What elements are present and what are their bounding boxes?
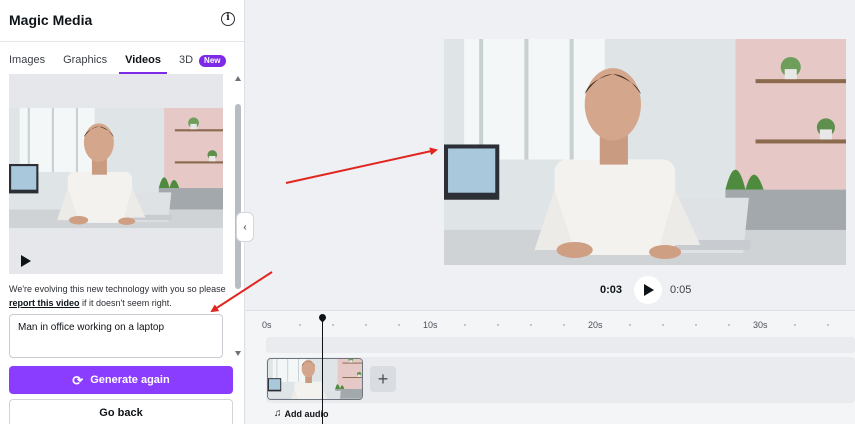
tick-dot: [530, 324, 532, 326]
tick-dot: [563, 324, 565, 326]
timeline: 0s 10s 20s 30s + ♫ Add audio: [246, 310, 855, 424]
plus-icon: +: [377, 369, 389, 389]
collapse-panel-button[interactable]: ‹: [236, 212, 254, 242]
tick-label: 30s: [753, 320, 768, 330]
panel-title: Magic Media: [9, 12, 93, 28]
tab-3d-label: 3D: [178, 54, 194, 66]
generate-again-button[interactable]: ⟳ Generate again: [9, 366, 233, 394]
tick-dot: [464, 324, 466, 326]
generate-again-label: Generate again: [90, 374, 170, 386]
disclaimer-prefix: We're evolving this new technology with …: [9, 284, 226, 294]
tick-dot: [299, 324, 301, 326]
scroll-thumb[interactable]: [235, 104, 241, 289]
arrow-to-preview: [285, 147, 438, 184]
video-thumbnail: [9, 108, 223, 228]
chevron-left-icon: ‹: [243, 221, 247, 233]
video-clip[interactable]: [267, 358, 363, 400]
tick-dot: [728, 324, 730, 326]
tick-dot: [662, 324, 664, 326]
tick-label: 10s: [423, 320, 438, 330]
music-note-icon: ♫: [274, 408, 282, 419]
video-preview[interactable]: [444, 39, 846, 265]
new-badge: New: [199, 55, 226, 67]
go-back-button[interactable]: Go back: [9, 399, 233, 424]
current-time: 0:03: [600, 284, 623, 296]
tab-graphics[interactable]: Graphics: [63, 50, 107, 74]
add-audio-button[interactable]: ♫ Add audio: [274, 408, 329, 419]
scroll-down-icon[interactable]: [235, 351, 241, 356]
tick-dot: [695, 324, 697, 326]
preview-frame: [444, 39, 846, 265]
generated-video-card[interactable]: [9, 74, 223, 274]
magic-media-panel: Magic Media i Images Graphics Videos 3D …: [0, 0, 245, 424]
tick-dot: [827, 324, 829, 326]
playback-controls: 0:03 0:05: [600, 276, 691, 304]
play-button[interactable]: [634, 276, 662, 304]
panel-header: Magic Media i: [9, 10, 237, 30]
media-tabs: Images Graphics Videos 3D New: [9, 50, 244, 74]
tick-dot: [332, 324, 334, 326]
tick-label: 0s: [262, 320, 272, 330]
play-icon[interactable]: [21, 255, 31, 267]
tab-3d[interactable]: 3D New: [179, 50, 226, 74]
overlay-track[interactable]: [266, 337, 855, 353]
timeline-ruler[interactable]: 0s 10s 20s 30s: [246, 311, 855, 335]
tick-dot: [398, 324, 400, 326]
tab-videos[interactable]: Videos: [119, 50, 167, 74]
scroll-up-icon[interactable]: [235, 76, 241, 81]
add-clip-button[interactable]: +: [370, 366, 396, 392]
tick-dot: [794, 324, 796, 326]
info-icon[interactable]: i: [221, 12, 235, 26]
tab-images[interactable]: Images: [9, 50, 45, 74]
refresh-icon: ⟳: [72, 372, 84, 388]
report-video-link[interactable]: report this video: [9, 298, 80, 308]
tick-dot: [629, 324, 631, 326]
header-divider: [0, 41, 244, 42]
disclaimer-text: We're evolving this new technology with …: [9, 282, 233, 310]
total-time: 0:05: [670, 284, 692, 296]
disclaimer-suffix: if it doesn't seem right.: [82, 298, 172, 308]
tick-dot: [497, 324, 499, 326]
play-icon: [644, 284, 654, 296]
clip-thumbnail: [268, 359, 362, 399]
tick-label: 20s: [588, 320, 603, 330]
prompt-input[interactable]: Man in office working on a laptop: [9, 314, 223, 358]
playhead[interactable]: [322, 317, 323, 424]
tick-dot: [365, 324, 367, 326]
